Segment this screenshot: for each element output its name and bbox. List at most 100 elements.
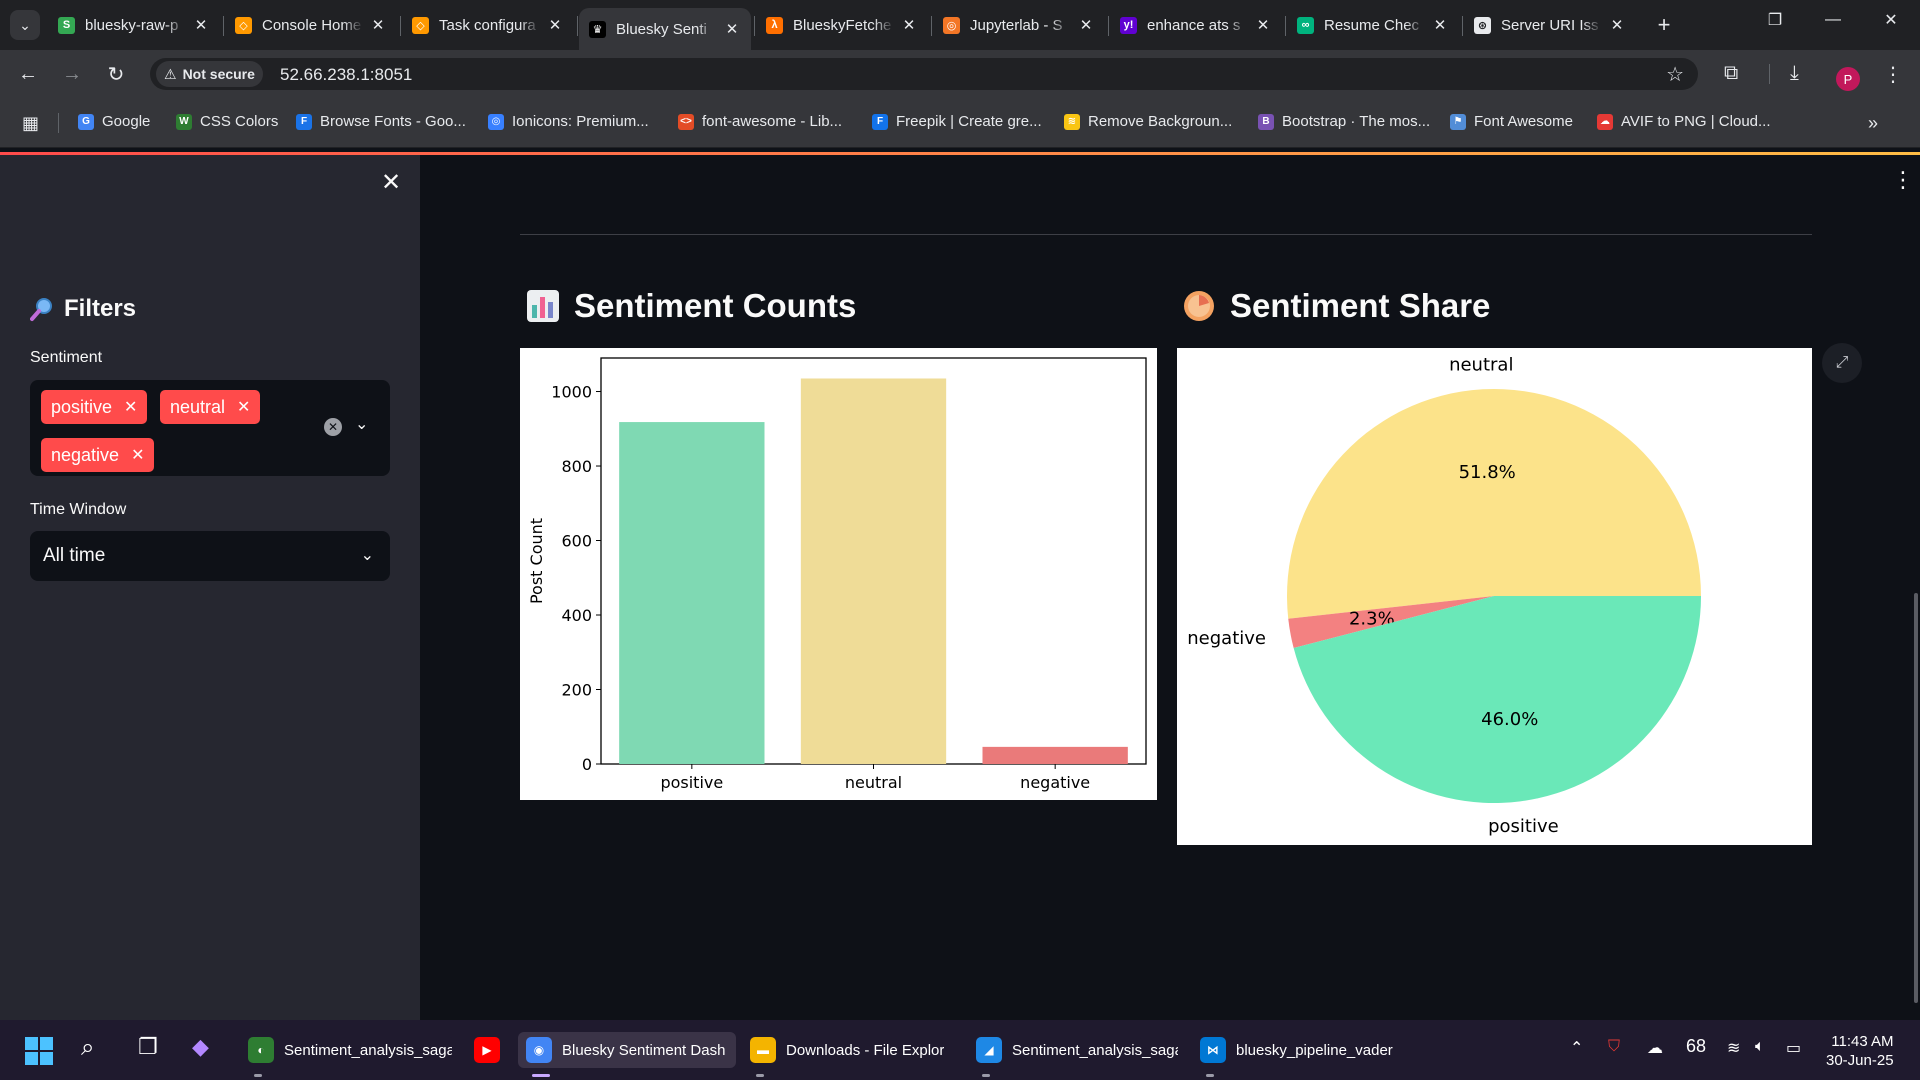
- bookmark-label: Bootstrap · The mos...: [1282, 113, 1431, 130]
- clear-all-icon[interactable]: ✕: [324, 418, 342, 436]
- page-scrollbar[interactable]: [1914, 593, 1918, 1003]
- sidebar-close-icon[interactable]: ✕: [378, 169, 404, 196]
- sentiment-multiselect[interactable]: positive ✕ neutral ✕ negative ✕ ✕ ⌄: [30, 380, 390, 476]
- extensions-puzzle-icon[interactable]: ⧉: [1724, 62, 1738, 85]
- taskbar-app[interactable]: ▬ Downloads - File Explor: [742, 1032, 964, 1068]
- restore-window-icon[interactable]: ❐: [1746, 0, 1804, 40]
- system-clock[interactable]: 11:43 AM 30-Jun-25: [1826, 1032, 1894, 1070]
- taskbar-app[interactable]: ⋈ bluesky_pipeline_vader: [1192, 1032, 1412, 1068]
- tab-close-icon[interactable]: ✕: [1254, 16, 1272, 34]
- share-heading: Sentiment Share: [1182, 287, 1490, 325]
- taskbar-app-icon: ◉: [526, 1037, 552, 1063]
- apps-grid-icon[interactable]: ▦: [22, 113, 39, 134]
- browser-tab[interactable]: ⊛ Server URI Iss ✕: [1464, 8, 1636, 42]
- bookmark-item[interactable]: ☁ AVIF to PNG | Cloud...: [1597, 113, 1771, 130]
- bookmark-favicon-icon: <>: [678, 113, 694, 130]
- bookmark-favicon-icon: ⚑: [1450, 113, 1466, 130]
- tab-close-icon[interactable]: ✕: [1431, 16, 1449, 34]
- chip-remove-icon[interactable]: ✕: [131, 445, 144, 465]
- forward-arrow-icon[interactable]: →: [56, 58, 88, 90]
- tab-separator: [400, 16, 401, 36]
- tab-close-icon[interactable]: ✕: [192, 16, 210, 34]
- not-secure-chip[interactable]: ⚠ Not secure: [156, 61, 263, 87]
- tab-close-icon[interactable]: ✕: [723, 20, 741, 38]
- volume-icon[interactable]: 🔈︎: [1755, 1038, 1765, 1056]
- bookmark-item[interactable]: B Bootstrap · The mos...: [1258, 113, 1430, 130]
- filters-title: Filters: [64, 295, 137, 322]
- counts-title: Sentiment Counts: [574, 287, 857, 324]
- battery-percent-text: 68: [1686, 1036, 1707, 1056]
- battery-icon[interactable]: ▭: [1786, 1038, 1801, 1058]
- windows-start-icon[interactable]: [25, 1037, 53, 1065]
- bookmark-item[interactable]: <> font-awesome - Lib...: [678, 113, 842, 130]
- search-icon[interactable]: ⌕: [81, 1034, 94, 1062]
- browser-menu-kebab-icon[interactable]: ⋮: [1883, 62, 1903, 87]
- address-bar[interactable]: ⚠ Not secure 52.66.238.1:8051 ☆: [150, 58, 1698, 90]
- url-text: 52.66.238.1:8051: [280, 65, 413, 84]
- taskbar-app[interactable]: ◉ Bluesky Sentiment Dash: [518, 1032, 736, 1068]
- onedrive-cloud-icon[interactable]: ☁: [1647, 1038, 1663, 1058]
- taskbar-app-label: Bluesky Sentiment Dash: [562, 1041, 726, 1059]
- browser-tab[interactable]: ◎ Jupyterlab - S ✕: [933, 8, 1105, 42]
- minimize-window-icon[interactable]: —: [1804, 0, 1862, 40]
- bookmark-item[interactable]: ⚑ Font Awesome: [1450, 113, 1573, 130]
- tab-close-icon[interactable]: ✕: [1608, 16, 1626, 34]
- tab-close-icon[interactable]: ✕: [369, 16, 387, 34]
- chip-remove-icon[interactable]: ✕: [124, 397, 137, 417]
- taskbar-app[interactable]: ▶: [466, 1032, 506, 1068]
- more-bookmarks-chevron-icon[interactable]: »: [1868, 113, 1878, 134]
- browser-tab[interactable]: y! enhance ats s ✕: [1110, 8, 1282, 42]
- browser-tab[interactable]: λ BlueskyFetche ✕: [756, 8, 928, 42]
- chip-positive[interactable]: positive ✕: [41, 390, 148, 424]
- browser-tab[interactable]: ∞ Resume Chec ✕: [1287, 8, 1459, 42]
- section-divider: [520, 234, 1812, 235]
- tab-close-icon[interactable]: ✕: [1077, 16, 1095, 34]
- not-secure-label: Not secure: [182, 66, 255, 82]
- wifi-icon[interactable]: ≋: [1727, 1038, 1740, 1058]
- bookmark-item[interactable]: F Freepik | Create gre...: [872, 113, 1042, 130]
- close-window-icon[interactable]: ✕: [1862, 0, 1920, 40]
- mcafee-shield-icon[interactable]: ⛉: [1608, 1038, 1620, 1056]
- bookmark-item[interactable]: ◎ Ionicons: Premium...: [488, 113, 649, 130]
- back-arrow-icon[interactable]: ←: [12, 58, 44, 90]
- profile-avatar[interactable]: P: [1836, 67, 1860, 91]
- pie-category-label: negative: [1187, 628, 1266, 649]
- tab-close-icon[interactable]: ✕: [900, 16, 918, 34]
- browser-tab[interactable]: ◇ Console Home ✕: [225, 8, 397, 42]
- downloads-icon[interactable]: ⤓: [1790, 62, 1799, 85]
- task-view-icon[interactable]: ❐: [138, 1034, 158, 1060]
- browser-tab[interactable]: Sbluesky-raw-p ✕: [48, 8, 220, 42]
- browser-tab[interactable]: ◇ Task configura ✕: [402, 8, 574, 42]
- time-window-select[interactable]: All time ⌄: [30, 531, 390, 581]
- copilot-icon[interactable]: ◆: [192, 1034, 209, 1060]
- chevron-down-icon[interactable]: ⌄: [355, 414, 368, 434]
- bookmark-item[interactable]: G Google: [78, 113, 150, 130]
- browser-tab[interactable]: ♛ Bluesky Senti ✕: [579, 8, 751, 50]
- reload-icon[interactable]: ↻: [100, 58, 132, 90]
- y-tick-label: 800: [561, 457, 592, 476]
- tab-search-chevron-icon[interactable]: ⌄: [10, 10, 40, 40]
- chevron-down-icon[interactable]: ⌄: [361, 545, 374, 565]
- chip-neutral[interactable]: neutral ✕: [160, 390, 261, 424]
- tab-close-icon[interactable]: ✕: [546, 16, 564, 34]
- sidebar: ✕ Filters Sentiment positive ✕ neutral ✕ n…: [0, 155, 420, 1020]
- taskbar-app[interactable]: ◐ Sentiment_analysis_saga: [240, 1032, 460, 1068]
- bookmark-star-icon[interactable]: ☆: [1666, 62, 1684, 87]
- chip-remove-icon[interactable]: ✕: [237, 397, 250, 417]
- new-tab-plus-icon[interactable]: +: [1651, 12, 1677, 38]
- bookmark-favicon-icon: G: [78, 113, 94, 130]
- bookmark-item[interactable]: F Browse Fonts - Goo...: [296, 113, 466, 130]
- bookmark-label: Remove Backgroun...: [1088, 113, 1233, 130]
- x-tick-label: positive: [660, 773, 723, 792]
- chip-negative[interactable]: negative ✕: [41, 438, 155, 472]
- tab-favicon-icon: S: [58, 16, 75, 34]
- bookmark-item[interactable]: ≋ Remove Backgroun...: [1064, 113, 1232, 130]
- bookmark-item[interactable]: W CSS Colors: [176, 113, 278, 130]
- tray-overflow-chevron-icon[interactable]: ⌃: [1570, 1038, 1583, 1058]
- taskbar-app[interactable]: ◢ Sentiment_analysis_saga: [968, 1032, 1186, 1068]
- fullscreen-expand-icon[interactable]: ⤢: [1822, 343, 1862, 383]
- tab-label: Jupyterlab - S: [970, 16, 1063, 34]
- bookmark-label: CSS Colors: [200, 113, 279, 130]
- pie-slice-neutral: [1287, 389, 1701, 619]
- app-menu-kebab-icon[interactable]: ⋮: [1892, 167, 1914, 193]
